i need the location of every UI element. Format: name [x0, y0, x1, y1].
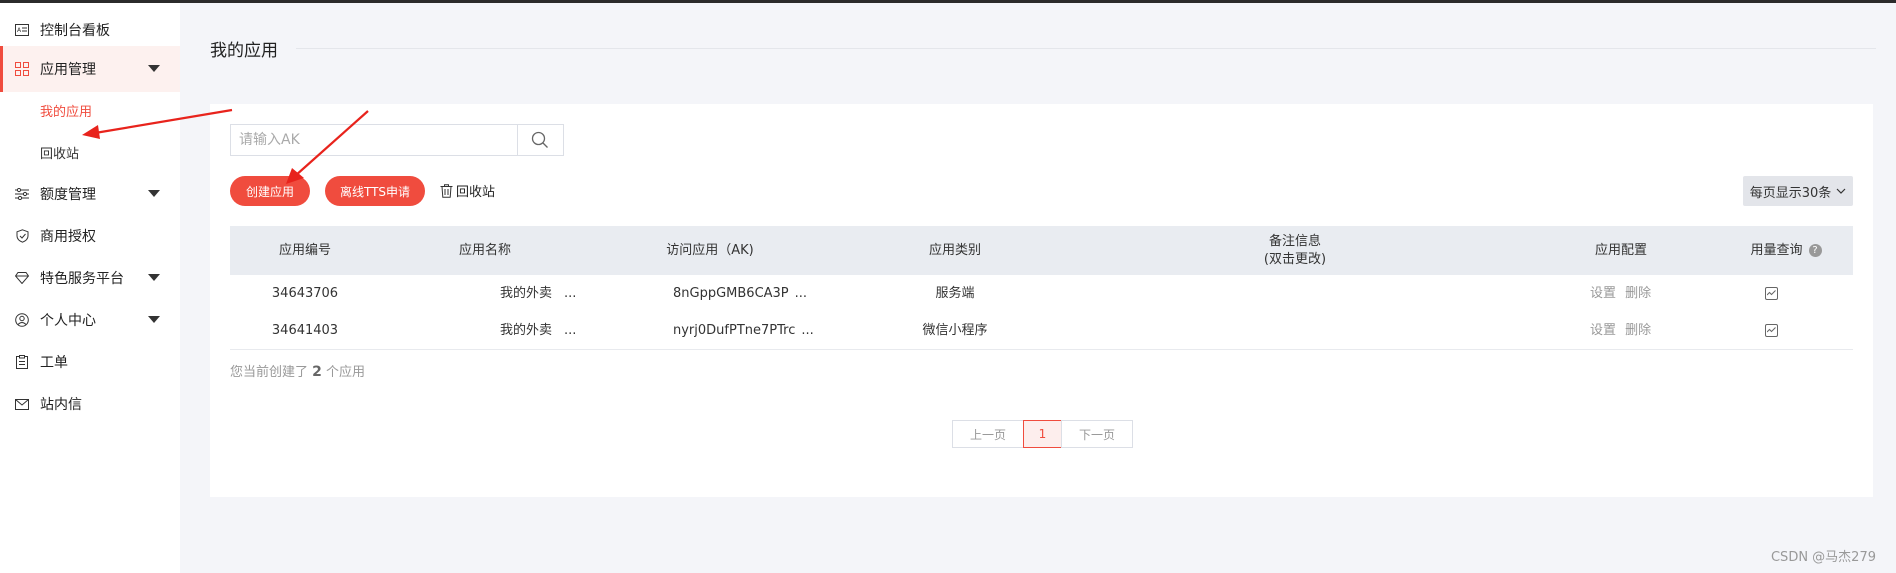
- page-size-select[interactable]: 每页显示30条: [1743, 176, 1853, 206]
- diamond-icon: [14, 270, 30, 286]
- sidebar-item-label: 应用管理: [40, 62, 96, 78]
- table-header: 应用编号 应用名称 访问应用（AK) 应用类别 备注信息 (双击更改) 应用配置 …: [230, 226, 1853, 275]
- column-header-app-name: 应用名称: [458, 242, 511, 258]
- table-row: 34641403 我的外卖... nyrj0DufPTne7PTrc... 微信…: [230, 312, 1853, 350]
- search-icon: [532, 131, 549, 148]
- create-app-button[interactable]: 创建应用: [230, 176, 310, 206]
- notes-cell[interactable]: [1230, 275, 1360, 312]
- search-input[interactable]: [231, 125, 517, 155]
- offline-tts-apply-button[interactable]: 离线TTS申请: [325, 176, 425, 206]
- app-name-cell: 我的外卖...: [500, 323, 577, 338]
- clipboard-icon: [14, 354, 30, 370]
- app-count-summary: 您当前创建了 2 个应用: [230, 364, 366, 380]
- usage-chart-icon[interactable]: [1765, 287, 1778, 300]
- dashboard-card-icon: A: [14, 22, 30, 38]
- recycle-bin-link[interactable]: 回收站: [440, 181, 495, 200]
- access-ak-more: ...: [801, 323, 814, 338]
- top-bar: [0, 0, 1896, 3]
- search-box: [230, 124, 564, 156]
- watermark: CSDN @马杰279: [1770, 550, 1876, 565]
- trash-icon: [440, 183, 453, 198]
- sidebar-subitem-recycle-bin[interactable]: 回收站: [40, 143, 79, 162]
- app-config-cell: 设置 删除: [1590, 275, 1651, 312]
- app-name-cell: 我的外卖...: [500, 286, 577, 301]
- grid-icon: [14, 61, 30, 77]
- column-header-app-id: 应用编号: [278, 242, 331, 258]
- column-header-app-config: 应用配置: [1594, 242, 1647, 258]
- column-header-usage-query: 用量查询 ?: [1726, 226, 1846, 275]
- app-config-cell: 设置 删除: [1590, 312, 1651, 349]
- sidebar-item-app-management[interactable]: 应用管理: [0, 46, 180, 92]
- page-title: 我的应用: [210, 41, 278, 61]
- sidebar-item-label: 额度管理: [40, 187, 96, 203]
- sidebar-item-tickets[interactable]: 工单: [0, 339, 180, 385]
- app-id-cell: 34641403: [271, 323, 339, 338]
- column-header-app-category: 应用类别: [928, 242, 981, 258]
- sidebar-item-label: 商用授权: [40, 229, 96, 245]
- sidebar-item-commercial-license[interactable]: 商用授权: [0, 213, 180, 259]
- app-category-cell: 微信小程序: [922, 323, 988, 338]
- sidebar-item-quota-management[interactable]: 额度管理: [0, 171, 180, 217]
- app-count-number: 2: [312, 364, 322, 380]
- user-circle-icon: [14, 312, 30, 328]
- usage-chart-icon[interactable]: [1765, 324, 1778, 337]
- caret-down-icon: [148, 190, 160, 197]
- page-size-label: 每页显示30条: [1749, 185, 1832, 201]
- caret-down-icon: [148, 65, 160, 72]
- sidebar-item-messages[interactable]: 站内信: [0, 381, 180, 427]
- sidebar-item-label: 控制台看板: [40, 23, 110, 39]
- sidebar-item-label: 工单: [40, 355, 68, 371]
- column-header-access-ak: 访问应用（AK): [666, 242, 754, 258]
- search-button[interactable]: [516, 125, 563, 155]
- sliders-icon: [14, 186, 30, 202]
- chevron-down-icon: [1836, 188, 1846, 194]
- mail-icon: [14, 396, 30, 412]
- notes-cell[interactable]: [1230, 312, 1360, 349]
- sidebar-item-personal-center[interactable]: 个人中心: [0, 297, 180, 343]
- app-id-cell: 34643706: [271, 286, 339, 301]
- delete-link[interactable]: 删除: [1625, 286, 1651, 301]
- caret-down-icon: [148, 274, 160, 281]
- shield-check-icon: [14, 228, 30, 244]
- settings-link[interactable]: 设置: [1590, 323, 1616, 338]
- page-number-1[interactable]: 1: [1023, 420, 1062, 448]
- caret-down-icon: [148, 316, 160, 323]
- prev-page-button[interactable]: 上一页: [952, 420, 1024, 448]
- sidebar-item-label: 个人中心: [40, 313, 96, 329]
- sidebar-subitem-my-apps[interactable]: 我的应用: [40, 101, 92, 120]
- next-page-button[interactable]: 下一页: [1061, 420, 1133, 448]
- help-icon[interactable]: ?: [1808, 244, 1822, 257]
- recycle-bin-label: 回收站: [456, 185, 496, 200]
- sidebar: A 控制台看板 应用管理 我的应用 回收站 额度管理 商用授权 特色服务平台 个…: [0, 3, 180, 573]
- settings-link[interactable]: 设置: [1590, 286, 1616, 301]
- column-header-notes-hint: (双击更改): [1263, 251, 1327, 267]
- title-divider: [296, 48, 1876, 49]
- sidebar-item-label: 站内信: [40, 397, 82, 413]
- access-ak-cell: nyrj0DufPTne7PTrc...: [673, 323, 814, 338]
- delete-link[interactable]: 删除: [1625, 323, 1651, 338]
- sidebar-item-label: 特色服务平台: [40, 271, 124, 287]
- sidebar-item-feature-platform[interactable]: 特色服务平台: [0, 255, 180, 301]
- svg-text:A: A: [17, 27, 22, 34]
- app-name-more: ...: [564, 323, 577, 338]
- table-row: 34643706 我的外卖... 8nGppGMB6CA3P... 服务端 设置…: [230, 275, 1853, 313]
- access-ak-cell: 8nGppGMB6CA3P...: [673, 286, 808, 301]
- app-name-more: ...: [564, 286, 577, 301]
- column-header-notes: 备注信息 (双击更改): [1263, 233, 1327, 267]
- access-ak-more: ...: [794, 286, 808, 301]
- app-category-cell: 服务端: [935, 286, 975, 301]
